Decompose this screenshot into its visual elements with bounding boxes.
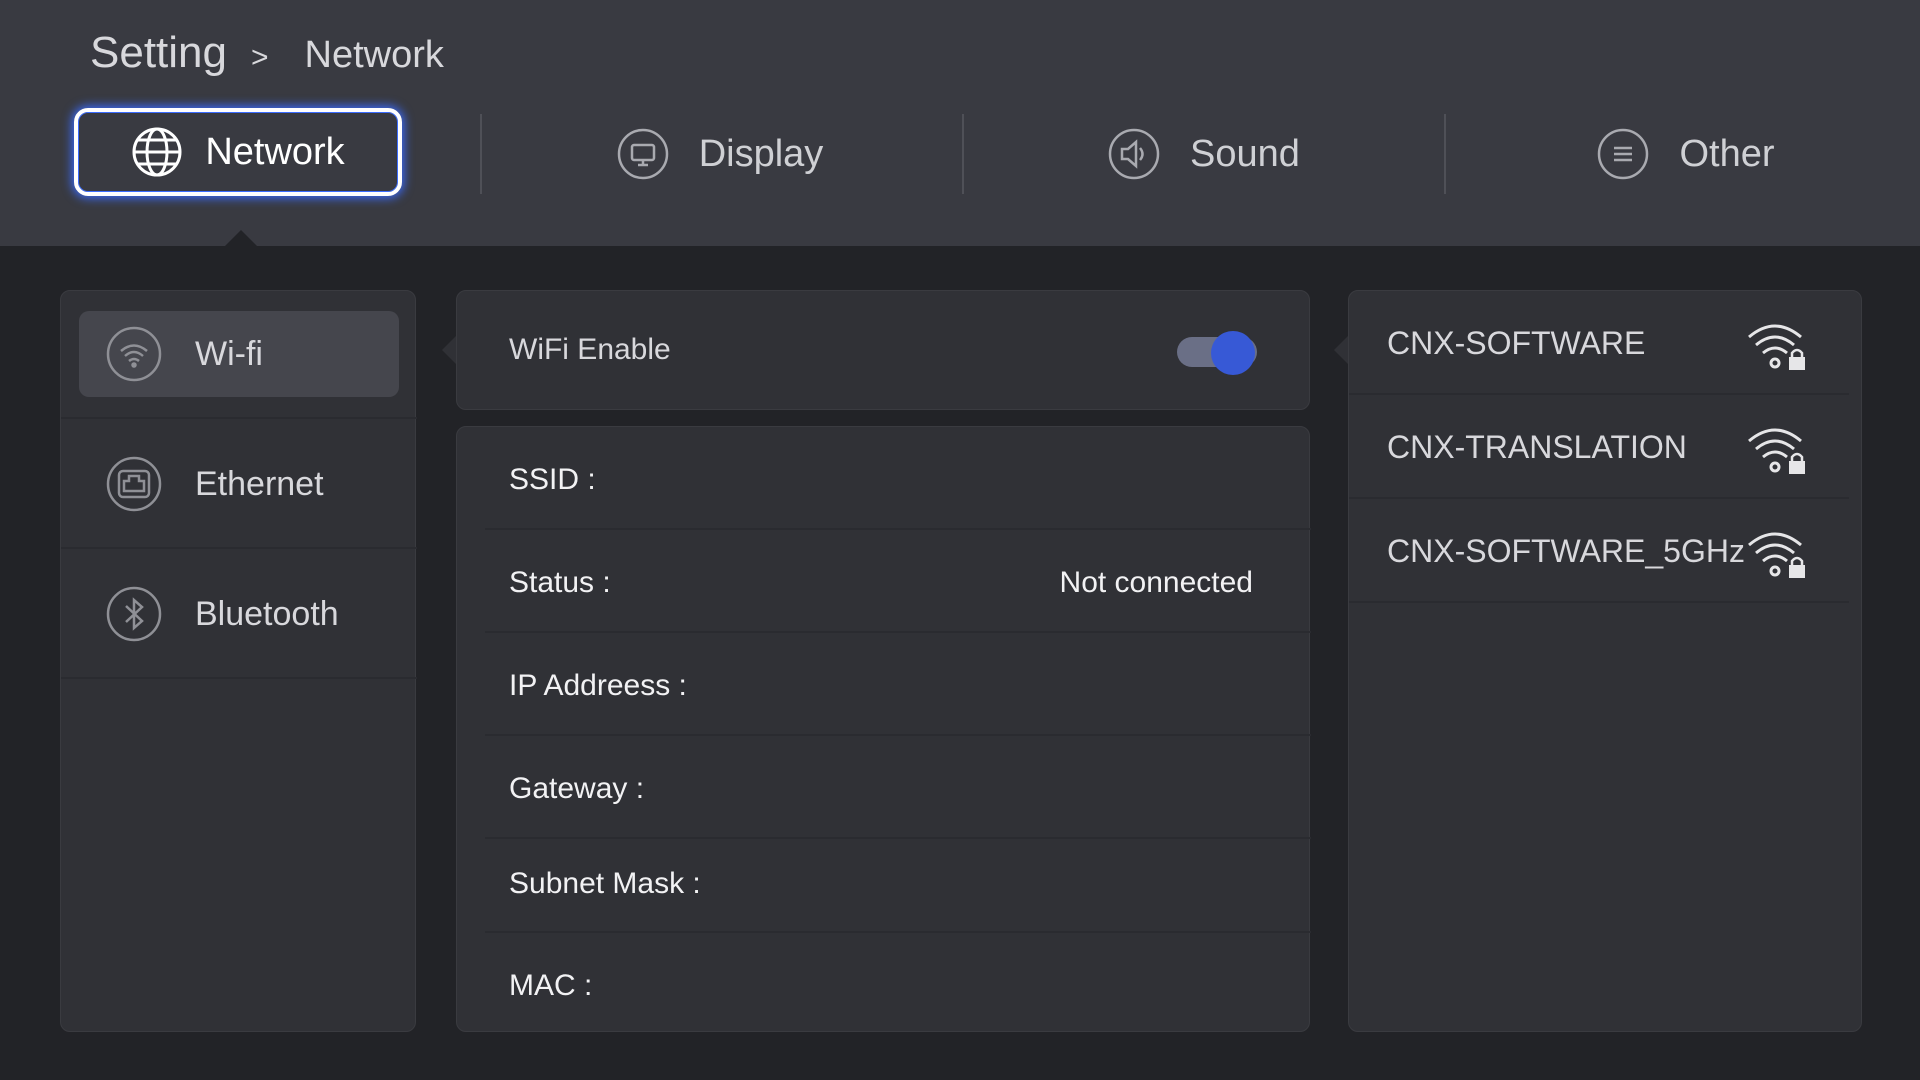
monitor-icon xyxy=(617,128,669,180)
info-row-gateway: Gateway : xyxy=(485,736,1311,839)
info-label: IP Addreess : xyxy=(509,669,687,702)
breadcrumb-current: Network xyxy=(304,34,444,76)
sidebar-item-label: Wi-fi xyxy=(195,334,263,373)
wifi-enable-label: WiFi Enable xyxy=(509,333,671,366)
tab-display[interactable]: Display xyxy=(590,108,850,200)
sidebar-item-label: Bluetooth xyxy=(195,594,339,633)
wifi-enable-toggle[interactable] xyxy=(1177,331,1257,375)
network-item[interactable]: CNX-SOFTWARE_5GHz xyxy=(1349,499,1849,603)
info-label: Status : xyxy=(509,566,611,599)
breadcrumb: Setting > Network xyxy=(90,28,444,88)
breadcrumb-root[interactable]: Setting xyxy=(90,28,227,78)
info-label: MAC : xyxy=(509,969,593,1002)
tab-divider xyxy=(962,114,964,194)
sidebar: Wi-fi Ethernet Bluetooth xyxy=(60,290,417,1032)
info-label: Gateway : xyxy=(509,772,645,805)
tab-sound[interactable]: Sound xyxy=(1074,108,1334,200)
tab-divider xyxy=(480,114,482,194)
network-item[interactable]: CNX-TRANSLATION xyxy=(1349,395,1849,499)
active-tab-pointer xyxy=(225,230,257,246)
sidebar-item-label: Ethernet xyxy=(195,464,324,503)
tab-label: Sound xyxy=(1190,132,1300,175)
connection-info-panel: SSID : Status : Not connected IP Addrees… xyxy=(456,426,1311,1033)
info-label: Subnet Mask : xyxy=(509,867,701,900)
top-bar: Setting > Network Network Display Sound … xyxy=(0,0,1920,246)
wifi-enable-panel: WiFi Enable xyxy=(456,290,1310,410)
wifi-network-list: CNX-SOFTWARE CNX-TRANSLATION CNX-SOFTWAR… xyxy=(1348,290,1862,1032)
tab-label: Other xyxy=(1679,132,1775,175)
network-item[interactable]: CNX-SOFTWARE xyxy=(1349,291,1849,395)
sidebar-item-ethernet[interactable]: Ethernet xyxy=(61,421,417,549)
sidebar-item-wifi[interactable]: Wi-fi xyxy=(61,291,417,419)
info-row-status: Status : Not connected xyxy=(485,530,1311,633)
globe-icon xyxy=(131,126,183,178)
info-label: SSID : xyxy=(509,463,596,496)
info-row-ssid: SSID : xyxy=(485,427,1311,530)
speaker-icon xyxy=(1108,128,1160,180)
info-row-ip-address: IP Addreess : xyxy=(485,633,1311,736)
network-ssid: CNX-SOFTWARE_5GHz xyxy=(1387,533,1745,569)
sidebar-item-bluetooth[interactable]: Bluetooth xyxy=(61,551,417,679)
ethernet-icon xyxy=(105,455,163,513)
wifi-icon xyxy=(105,325,163,383)
panel-caret xyxy=(1334,336,1348,364)
info-row-mac: MAC : xyxy=(485,933,1311,1033)
tab-label: Network xyxy=(205,130,345,173)
menu-icon xyxy=(1597,128,1649,180)
wifi-lock-icon xyxy=(1745,321,1811,373)
panel-caret xyxy=(442,336,456,364)
tab-other[interactable]: Other xyxy=(1556,108,1816,200)
info-value: Not connected xyxy=(1059,566,1253,599)
bluetooth-icon xyxy=(105,585,163,643)
network-ssid: CNX-TRANSLATION xyxy=(1387,429,1687,465)
tab-label: Display xyxy=(698,132,824,175)
tab-divider xyxy=(1444,114,1446,194)
wifi-lock-icon xyxy=(1745,425,1811,477)
breadcrumb-separator: > xyxy=(250,41,269,74)
info-row-subnet-mask: Subnet Mask : xyxy=(485,839,1311,933)
network-ssid: CNX-SOFTWARE xyxy=(1387,325,1646,361)
toggle-knob xyxy=(1211,331,1255,375)
wifi-lock-icon xyxy=(1745,529,1811,581)
tab-network[interactable]: Network xyxy=(74,108,402,196)
